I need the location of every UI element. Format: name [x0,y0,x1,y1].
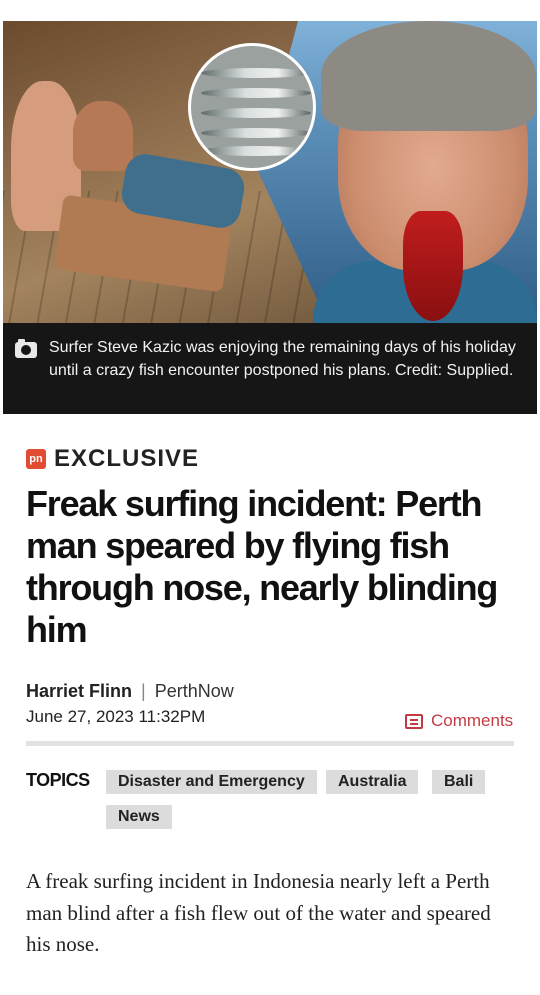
photo-fish-inset [188,43,316,171]
perthnow-logo-icon: pn [26,449,46,469]
fish-shape [201,68,311,78]
article-lead-paragraph: A freak surfing incident in Indonesia ne… [26,869,491,956]
photo-person [73,101,133,171]
photo-blood [403,211,463,321]
article-headline: Freak surfing incident: Perth man speare… [26,483,498,650]
hero-photo[interactable] [3,21,537,323]
divider [26,741,514,746]
outlet-name: PerthNow [154,681,234,701]
comments-link[interactable]: Comments [405,711,513,731]
caption-text: Surfer Steve Kazic was enjoying the rema… [49,339,516,379]
comments-label: Comments [431,711,514,730]
topic-chip-bali[interactable]: Bali [432,770,486,794]
author-name[interactable]: Harriet Flinn [26,681,132,702]
fish-shape [201,88,311,98]
fish-shape [201,146,311,156]
exclusive-badge: pn EXCLUSIVE [26,445,199,473]
fish-shape [201,128,311,138]
camera-icon [15,339,37,358]
photo-caption: Surfer Steve Kazic was enjoying the rema… [3,323,537,414]
byline: Harriet Flinn | PerthNow [26,681,234,702]
topics-label: TOPICS [26,770,90,790]
exclusive-label: EXCLUSIVE [54,445,200,472]
topic-chip-australia[interactable]: Australia [326,770,419,794]
hero-image-block: Surfer Steve Kazic was enjoying the rema… [3,21,537,414]
photo-hair [321,21,536,131]
topic-chip-news[interactable]: News [106,805,172,829]
topic-chip-disaster[interactable]: Disaster and Emergency [106,770,317,794]
publish-date: June 27, 2023 11:32PM [26,707,206,726]
fish-shape [201,108,311,118]
byline-separator: | [141,681,146,701]
comment-icon [405,713,423,729]
